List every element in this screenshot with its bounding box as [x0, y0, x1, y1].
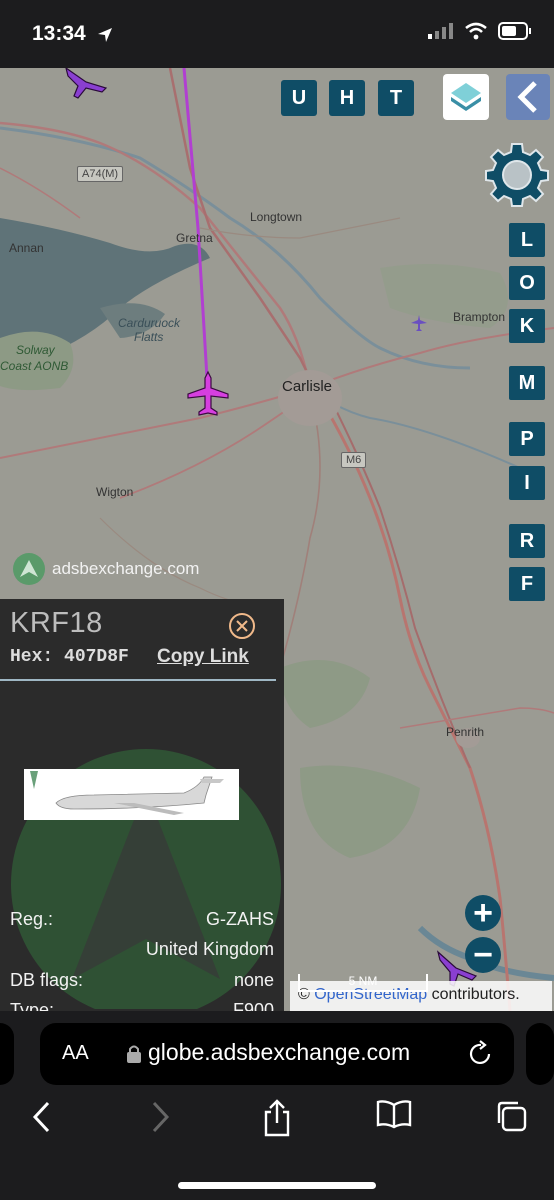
map-label-estuary-2: Flatts	[134, 330, 164, 344]
aircraft-icon-small[interactable]	[410, 314, 428, 332]
gear-icon	[485, 143, 549, 207]
i-button[interactable]: I	[509, 466, 545, 500]
type-label: Type:	[10, 1000, 55, 1011]
map-view[interactable]: A74(M) M6 Longtown Gretna Annan Solway C…	[0, 68, 554, 1011]
settings-button[interactable]	[484, 142, 550, 213]
map-label-penrith: Penrith	[446, 725, 485, 739]
type-value: F900	[232, 1000, 274, 1011]
road-badge-a74: A74(M)	[77, 166, 124, 182]
k-button[interactable]: K	[509, 309, 545, 343]
db-flags-value: none	[233, 970, 274, 990]
wifi-icon	[465, 22, 487, 40]
attribution-suffix: contributors.	[427, 986, 520, 1003]
adsbexchange-logo-icon	[13, 553, 45, 585]
next-tab[interactable]	[526, 1023, 554, 1085]
info-row-db-flags: DB flags: none	[10, 970, 274, 991]
m-button[interactable]: M	[509, 366, 545, 400]
h-button[interactable]: H	[329, 80, 365, 116]
reg-value: G-ZAHS	[205, 909, 274, 929]
map-label-annan: Annan	[9, 241, 44, 255]
u-button[interactable]: U	[281, 80, 317, 116]
hex-row: Hex: 407D8F	[10, 647, 129, 667]
l-button[interactable]: L	[509, 223, 545, 257]
map-label-solway-2: Coast AONB	[0, 359, 69, 373]
p-button[interactable]: P	[509, 422, 545, 456]
reload-icon[interactable]	[468, 1040, 494, 1068]
address-bar[interactable]: AA globe.adsbexchange.com	[40, 1023, 514, 1085]
layers-icon	[451, 83, 481, 111]
f-button[interactable]: F	[509, 567, 545, 601]
scale-label: 5 NM	[348, 974, 378, 988]
tabs-icon[interactable]	[494, 1099, 528, 1133]
o-button[interactable]: O	[509, 266, 545, 300]
status-bar: 13:34	[0, 0, 554, 68]
watermark-text: adsbexchange.com	[52, 559, 200, 578]
map-label-brampton: Brampton	[453, 310, 506, 324]
url-text: globe.adsbexchange.com	[148, 1039, 411, 1065]
hex-value: 407D8F	[64, 647, 129, 667]
map-label-carlisle: Carlisle	[282, 378, 333, 395]
t-button[interactable]: T	[378, 80, 414, 116]
share-icon[interactable]	[262, 1099, 292, 1137]
forward-icon[interactable]	[150, 1099, 172, 1135]
cellular-signal-icon	[428, 23, 453, 39]
copy-link[interactable]: Copy Link	[157, 646, 249, 668]
location-arrow-icon	[98, 28, 112, 42]
bookmarks-icon[interactable]	[376, 1099, 412, 1129]
zoom-out-button[interactable]: −	[465, 937, 501, 973]
scale-bar: 5 NM	[298, 974, 428, 992]
chevron-left-icon	[517, 81, 537, 113]
aircraft-photo-image	[24, 769, 239, 820]
collapse-sidebar-button[interactable]	[506, 74, 550, 120]
reader-aa-button[interactable]: AA	[62, 1042, 89, 1065]
country-value: United Kingdom	[145, 939, 274, 959]
status-time: 13:34	[32, 22, 86, 45]
battery-icon	[498, 22, 531, 40]
map-label-wigton: Wigton	[96, 485, 134, 499]
hex-label: Hex:	[10, 647, 54, 667]
road-badge-m6: M6	[341, 452, 367, 468]
layers-button[interactable]	[443, 74, 489, 120]
lock-icon	[127, 1045, 141, 1063]
previous-tab[interactable]	[0, 1023, 14, 1085]
reg-label: Reg.:	[10, 909, 54, 929]
db-flags-label: DB flags:	[10, 970, 84, 990]
map-label-estuary-1: Carduruock	[118, 316, 181, 330]
map-label-solway-1: Solway	[16, 343, 55, 357]
browser-chrome: AA globe.adsbexchange.com	[0, 1011, 554, 1200]
aircraft-icon-selected[interactable]	[186, 370, 230, 418]
panel-divider	[0, 679, 276, 681]
watermark: adsbexchange.com	[12, 552, 199, 586]
aircraft-photo[interactable]	[24, 769, 239, 820]
aircraft-icon-other[interactable]	[62, 68, 110, 100]
map-label-longtown: Longtown	[250, 210, 303, 224]
callsign: KRF18	[10, 607, 103, 639]
close-panel-button[interactable]	[228, 612, 256, 645]
aircraft-info-panel: KRF18 Hex: 407D8F Copy Link Reg.: G-ZAHS	[0, 599, 284, 1011]
close-icon	[229, 613, 255, 639]
r-button[interactable]: R	[509, 524, 545, 558]
back-icon[interactable]	[30, 1099, 52, 1135]
zoom-in-button[interactable]: +	[465, 895, 501, 931]
info-row-reg: Reg.: G-ZAHS	[10, 909, 274, 930]
info-row-type: Type: F900	[10, 1000, 274, 1011]
map-label-gretna: Gretna	[176, 231, 213, 245]
home-indicator	[178, 1182, 376, 1189]
